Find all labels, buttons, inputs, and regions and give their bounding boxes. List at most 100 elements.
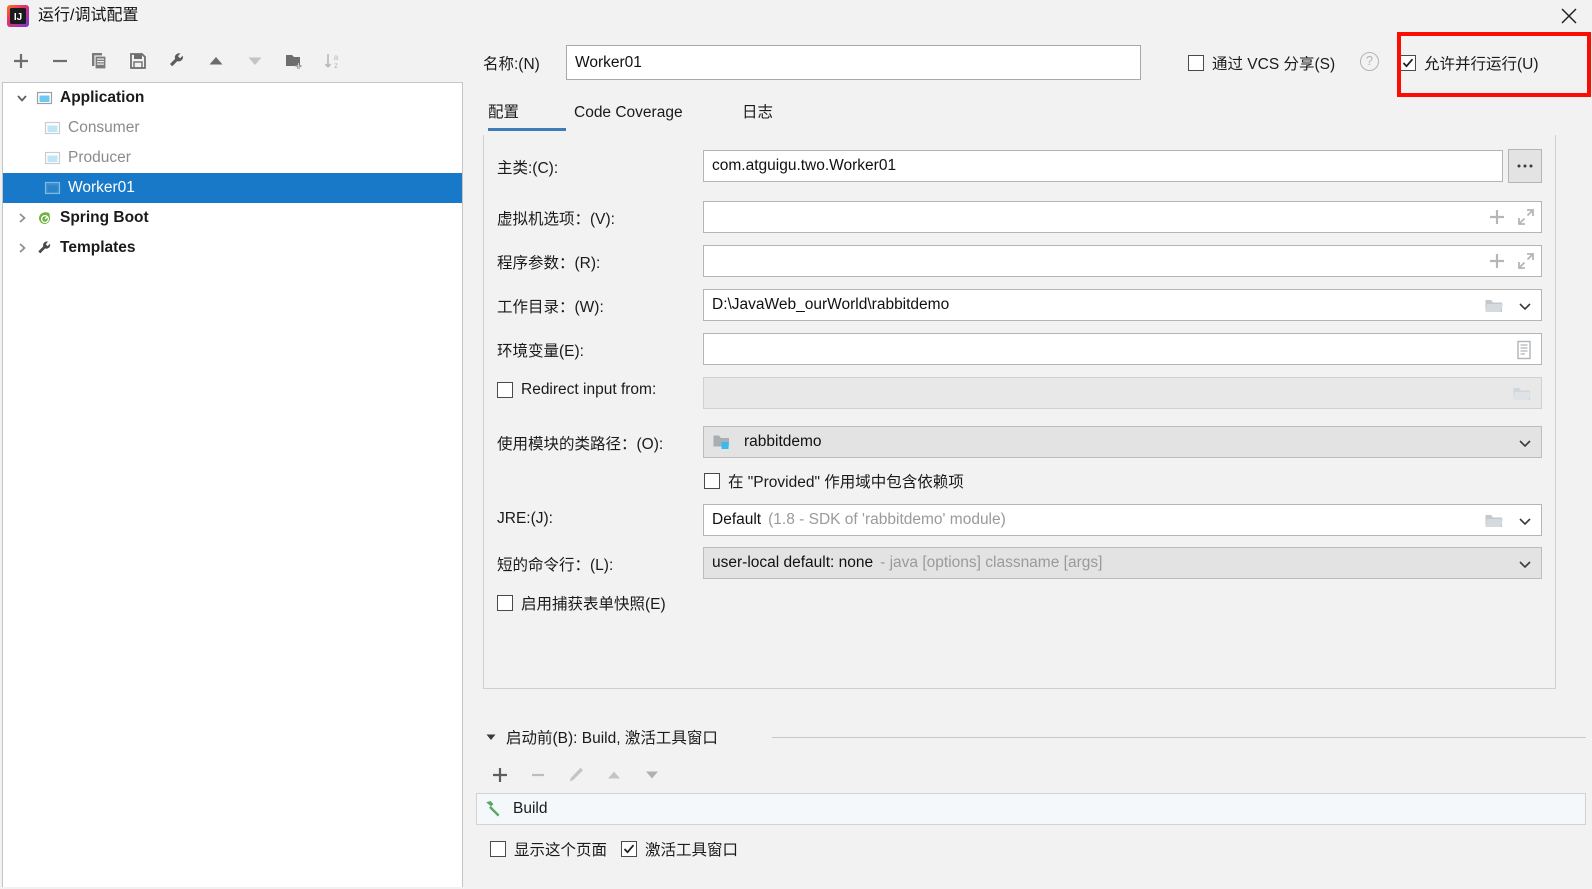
vm-options-add-icon[interactable]	[1484, 203, 1510, 231]
checkbox-unchecked-icon	[704, 473, 720, 489]
close-button[interactable]	[1546, 0, 1592, 32]
chevron-right-icon[interactable]	[11, 203, 33, 233]
tree-node-spring-boot[interactable]: Spring Boot	[3, 203, 462, 233]
program-arguments-expand-icon[interactable]	[1513, 247, 1539, 275]
save-configuration-button[interactable]	[123, 46, 153, 76]
main-class-input[interactable]: com.atguigu.two.Worker01	[703, 150, 1503, 182]
move-task-down-button[interactable]	[636, 760, 668, 790]
checkbox-unchecked-icon	[497, 382, 513, 398]
hammer-icon	[483, 799, 507, 819]
program-arguments-add-icon[interactable]	[1484, 247, 1510, 275]
triangle-down-icon[interactable]	[484, 730, 506, 744]
browse-main-class-button[interactable]	[1508, 149, 1542, 183]
tree-node-label: Worker01	[68, 179, 135, 196]
redirect-input-folder-icon	[1508, 380, 1536, 408]
working-directory-input[interactable]: D:\JavaWeb_ourWorld\rabbitdemo	[703, 289, 1542, 321]
wrench-icon	[33, 240, 55, 257]
configurations-tree[interactable]: Application Consumer Producer Worker01 S…	[2, 82, 463, 887]
jre-combo[interactable]: Default (1.8 - SDK of 'rabbitdemo' modul…	[703, 504, 1542, 536]
tree-node-label: Producer	[68, 149, 131, 166]
chevron-down-icon[interactable]	[11, 83, 33, 113]
help-icon[interactable]: ?	[1360, 52, 1379, 71]
include-provided-scope-label: 在 "Provided" 作用域中包含依赖项	[728, 474, 964, 491]
working-directory-dropdown-icon[interactable]	[1512, 292, 1538, 320]
create-folder-button[interactable]	[279, 46, 309, 76]
shorten-command-line-combo[interactable]: user-local default: none - java [options…	[703, 547, 1542, 579]
svg-text:IJ: IJ	[14, 12, 22, 23]
add-task-button[interactable]	[484, 760, 516, 790]
name-label: 名称:(N)	[483, 56, 540, 73]
application-icon	[41, 120, 63, 137]
vm-options-input[interactable]	[703, 201, 1542, 233]
shorten-command-line-dropdown-icon[interactable]	[1512, 550, 1538, 578]
checkbox-unchecked-icon	[1188, 55, 1204, 71]
tab-configuration[interactable]: 配置	[488, 95, 519, 131]
redirect-input-checkbox[interactable]: Redirect input from:	[497, 381, 656, 399]
program-arguments-input[interactable]	[703, 245, 1542, 277]
activate-tool-window-checkbox[interactable]: 激活工具窗口	[621, 838, 738, 860]
application-icon	[41, 180, 63, 197]
tree-node-producer[interactable]: Producer	[3, 143, 462, 173]
move-down-button[interactable]	[240, 46, 270, 76]
module-classpath-combo[interactable]: rabbitdemo	[703, 426, 1542, 458]
jre-value: Default	[712, 511, 762, 528]
intellij-idea-icon: IJ	[6, 4, 30, 28]
share-via-vcs-checkbox[interactable]: 通过 VCS 分享(S)	[1188, 52, 1335, 74]
name-input[interactable]	[566, 45, 1141, 80]
active-tab-indicator	[488, 128, 566, 131]
before-launch-divider	[772, 737, 1586, 738]
shorten-command-line-label: 短的命令行：(L):	[497, 557, 614, 574]
before-launch-header[interactable]: 启动前(B): Build, 激活工具窗口	[484, 726, 718, 748]
tree-node-application[interactable]: Application	[3, 83, 462, 113]
tab-logs[interactable]: 日志	[742, 95, 773, 131]
move-up-button[interactable]	[201, 46, 231, 76]
allow-parallel-run-checkbox[interactable]: 允许并行运行(U)	[1400, 52, 1539, 74]
tree-node-templates[interactable]: Templates	[3, 233, 462, 263]
tree-node-label: Consumer	[68, 119, 140, 136]
sort-configurations-button[interactable]: a z	[318, 46, 348, 76]
remove-configuration-button[interactable]	[45, 46, 75, 76]
checkbox-unchecked-icon	[490, 841, 506, 857]
tree-node-worker01[interactable]: Worker01	[3, 173, 462, 203]
copy-configuration-button[interactable]	[84, 46, 114, 76]
module-classpath-dropdown-icon[interactable]	[1512, 429, 1538, 457]
redirect-input-path-input	[703, 377, 1542, 409]
before-launch-title: 启动前(B): Build, 激活工具窗口	[506, 730, 718, 747]
edit-templates-button[interactable]	[162, 46, 192, 76]
before-launch-task-list[interactable]: Build	[476, 793, 1586, 825]
redirect-input-label: Redirect input from:	[521, 381, 657, 398]
checkbox-unchecked-icon	[497, 595, 513, 611]
module-classpath-label: 使用模块的类路径：(O):	[497, 436, 664, 453]
add-configuration-button[interactable]	[6, 46, 36, 76]
application-icon	[33, 90, 55, 107]
chevron-right-icon[interactable]	[11, 233, 33, 263]
application-icon	[41, 150, 63, 167]
include-provided-scope-checkbox[interactable]: 在 "Provided" 作用域中包含依赖项	[704, 470, 964, 492]
jre-dropdown-icon[interactable]	[1512, 507, 1538, 535]
tree-node-consumer[interactable]: Consumer	[3, 113, 462, 143]
vm-options-expand-icon[interactable]	[1513, 203, 1539, 231]
spring-boot-icon	[33, 210, 55, 227]
jre-folder-icon[interactable]	[1480, 507, 1508, 535]
module-classpath-value: rabbitdemo	[744, 433, 822, 450]
tab-code-coverage[interactable]: Code Coverage	[574, 95, 683, 131]
activate-tool-window-label: 激活工具窗口	[645, 842, 739, 859]
capture-form-snapshots-checkbox[interactable]: 启用捕获表单快照(E)	[497, 592, 666, 614]
edit-task-button[interactable]	[560, 760, 592, 790]
working-directory-folder-icon[interactable]	[1480, 292, 1508, 320]
program-arguments-label: 程序参数：(R):	[497, 255, 601, 272]
environment-variables-input[interactable]	[703, 333, 1542, 365]
show-this-page-checkbox[interactable]: 显示这个页面	[490, 838, 607, 860]
module-folder-icon	[712, 433, 738, 451]
working-directory-label: 工作目录：(W):	[497, 299, 604, 316]
run-debug-configurations-dialog: IJ 运行/调试配置 a z Application Consumer Prod…	[0, 0, 1592, 889]
tree-node-label: Application	[60, 89, 145, 106]
checkbox-checked-icon	[1400, 55, 1416, 71]
environment-variables-list-icon[interactable]	[1510, 336, 1538, 364]
tree-node-label: Spring Boot	[60, 209, 149, 226]
window-title: 运行/调试配置	[38, 7, 139, 24]
show-this-page-label: 显示这个页面	[514, 842, 608, 859]
remove-task-button[interactable]	[522, 760, 554, 790]
checkbox-checked-icon	[621, 841, 638, 857]
move-task-up-button[interactable]	[598, 760, 630, 790]
